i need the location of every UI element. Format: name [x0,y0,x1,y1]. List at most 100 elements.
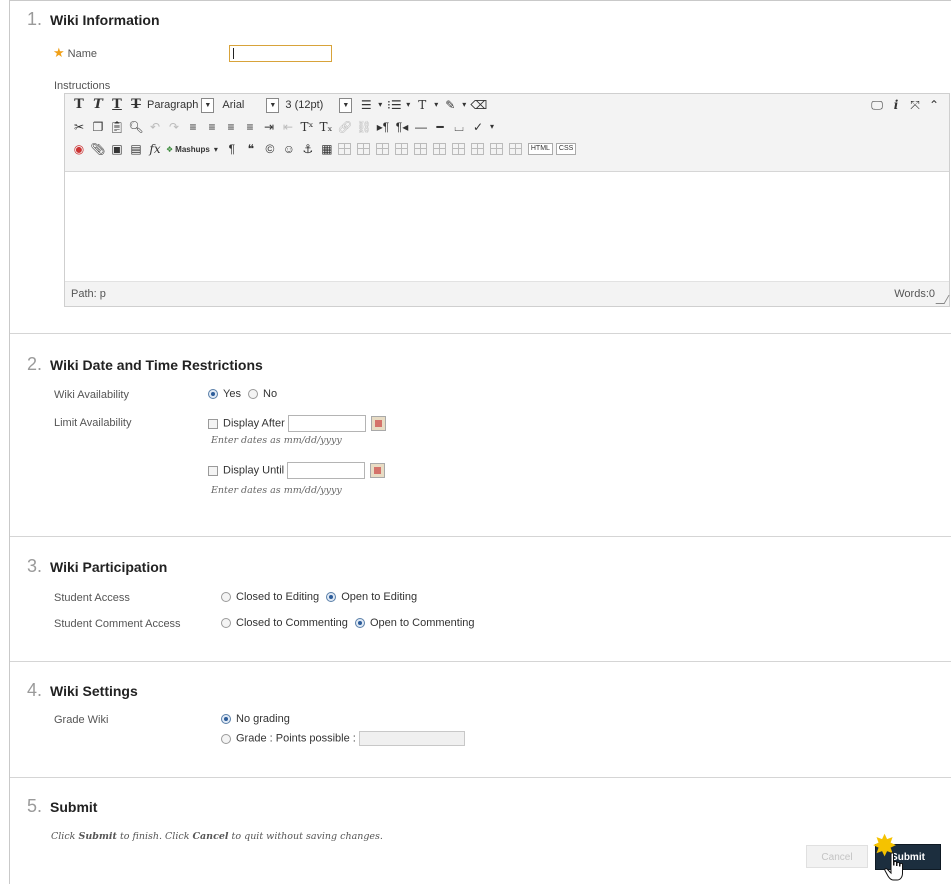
text-color-icon[interactable]: T [414,96,430,114]
table-col-before-icon[interactable] [394,143,408,155]
section-wiki-settings: 4. Wiki Settings [10,680,138,701]
cut-icon[interactable]: ✂ [71,118,87,136]
editor-path: Path: p [71,288,106,300]
divider [10,777,951,778]
availability-no-radio[interactable] [248,389,259,400]
rtl-paragraph-icon[interactable]: ¶◂ [394,118,410,136]
table-cell-props-icon[interactable] [489,143,503,155]
find-icon[interactable]: 🔍︎ [128,118,144,136]
math-equation-icon[interactable]: fx [147,140,163,158]
preview-icon[interactable]: 🖵︎ [869,96,885,114]
submit-instructions: Click Submit to finish. Click Cancel to … [51,831,383,842]
wiki-availability-options: Yes No [208,388,281,400]
thick-rule-icon[interactable]: ━ [432,118,448,136]
attach-file-icon[interactable]: 📎︎ [90,140,106,158]
cancel-button[interactable]: Cancel [806,845,868,868]
table-col-after-icon[interactable] [413,143,427,155]
section-submit: 5. Submit [10,796,97,817]
highlight-pen-icon[interactable]: ✎ [442,96,458,114]
table-row-after-icon[interactable] [356,143,370,155]
redo-icon[interactable]: ↷ [166,118,182,136]
table-merge-cells-icon[interactable] [470,143,484,155]
section-title: Wiki Information [50,12,160,28]
display-until-date-input[interactable] [287,462,366,479]
editor-status-bar: Path: p Words:0 [65,281,950,306]
paste-icon[interactable]: 📋︎ [109,118,125,136]
info-icon[interactable]: i [888,96,904,114]
eraser-icon[interactable]: ⌫ [470,96,487,114]
insert-media-icon[interactable]: ▤ [128,140,144,158]
availability-yes-radio[interactable] [208,389,218,400]
calendar-icon[interactable] [370,463,386,478]
closed-to-commenting-radio[interactable] [221,618,231,629]
open-to-commenting-radio[interactable] [354,618,365,629]
copy-icon[interactable]: ❐ [90,118,106,136]
collapse-toolbar-icon[interactable]: ⌃ [926,96,942,114]
blockquote-icon[interactable]: ❝ [243,140,259,158]
anchor-icon[interactable]: ⚓ [300,140,316,158]
text-strikethrough-icon[interactable]: T [128,96,144,114]
grade-points-radio[interactable] [221,733,231,744]
unlink-icon[interactable]: ⛓ [356,118,372,136]
outdent-icon[interactable]: ⇤ [280,118,296,136]
fullscreen-icon[interactable]: ⤧ [907,96,923,114]
insert-image-icon[interactable]: ▣ [109,140,125,158]
spellcheck-icon[interactable]: ✓ [470,118,486,136]
insert-table-icon[interactable]: ▦ [319,140,335,158]
bullet-list-icon[interactable]: ☰ [358,96,374,114]
instructions-editor: T T T T Paragraph ▼ Arial ▼ 3 (12pt) ▼ ☰ ▾ ⁝… [64,93,950,307]
date-format-hint: Enter dates as mm/dd/yyyy [211,485,342,496]
display-after-checkbox[interactable] [208,418,218,429]
table-row-before-icon[interactable] [337,143,351,155]
nonbreaking-space-icon[interactable]: ⌴ [451,118,467,136]
name-input[interactable] [229,45,332,62]
paragraph-mark-icon[interactable]: ¶ [224,140,240,158]
no-grading-radio[interactable] [221,714,231,725]
wiki-availability-label: Wiki Availability [54,389,129,401]
align-justify-icon[interactable]: ≡ [242,118,258,136]
table-split-cells-icon[interactable] [451,143,465,155]
display-until-checkbox[interactable] [208,465,218,476]
mashups-menu[interactable]: ❖ Mashups ▾ [166,141,218,157]
ltr-paragraph-icon[interactable]: ▸¶ [375,118,391,136]
closed-to-editing-radio[interactable] [221,592,231,603]
undo-icon[interactable]: ↶ [147,118,163,136]
calendar-icon[interactable] [370,416,386,431]
horizontal-rule-icon[interactable]: — [413,118,429,136]
student-comment-access-label: Student Comment Access [54,618,181,630]
text-underline-icon[interactable]: T [109,96,125,114]
display-after-date-input[interactable] [287,415,366,432]
editor-text-area[interactable] [65,172,949,282]
table-delete-row-icon[interactable] [375,143,389,155]
text-italic-icon[interactable]: T [90,96,106,114]
align-right-icon[interactable]: ≡ [223,118,239,136]
resize-grip-icon[interactable] [935,295,950,304]
indent-icon[interactable]: ⇥ [261,118,277,136]
points-possible-input[interactable] [358,731,465,746]
format-select[interactable]: Paragraph ▼ [147,97,215,113]
font-select[interactable]: Arial ▼ [222,97,280,113]
date-format-hint: Enter dates as mm/dd/yyyy [211,435,342,446]
html-source-button[interactable]: HTML [527,143,553,155]
display-until-row: Display Until [208,462,386,479]
font-size-select[interactable]: 3 (12pt) ▼ [285,97,353,113]
table-delete-col-icon[interactable] [432,143,446,155]
section-date-restrictions: 2. Wiki Date and Time Restrictions [10,354,263,375]
copyright-icon[interactable]: © [262,140,278,158]
superscript-icon[interactable]: Tˣ [299,118,315,136]
step-number: 1. [26,9,42,29]
emoticon-icon[interactable]: ☺ [281,140,297,158]
link-icon[interactable]: 🔗︎ [337,118,353,136]
table-row-props-icon[interactable] [508,143,522,155]
step-number: 2. [26,354,42,374]
limit-availability-label: Limit Availability [54,417,132,429]
record-media-icon[interactable]: ◉ [71,140,87,158]
css-edit-button[interactable]: CSS [555,143,577,155]
open-to-editing-radio[interactable] [326,592,337,603]
name-label-row: ★ Name [53,45,97,61]
numbered-list-icon[interactable]: ⁝☰ [386,96,402,114]
align-left-icon[interactable]: ≡ [185,118,201,136]
text-bold-icon[interactable]: T [71,96,87,114]
subscript-icon[interactable]: Tₓ [318,118,334,136]
align-center-icon[interactable]: ≡ [204,118,220,136]
